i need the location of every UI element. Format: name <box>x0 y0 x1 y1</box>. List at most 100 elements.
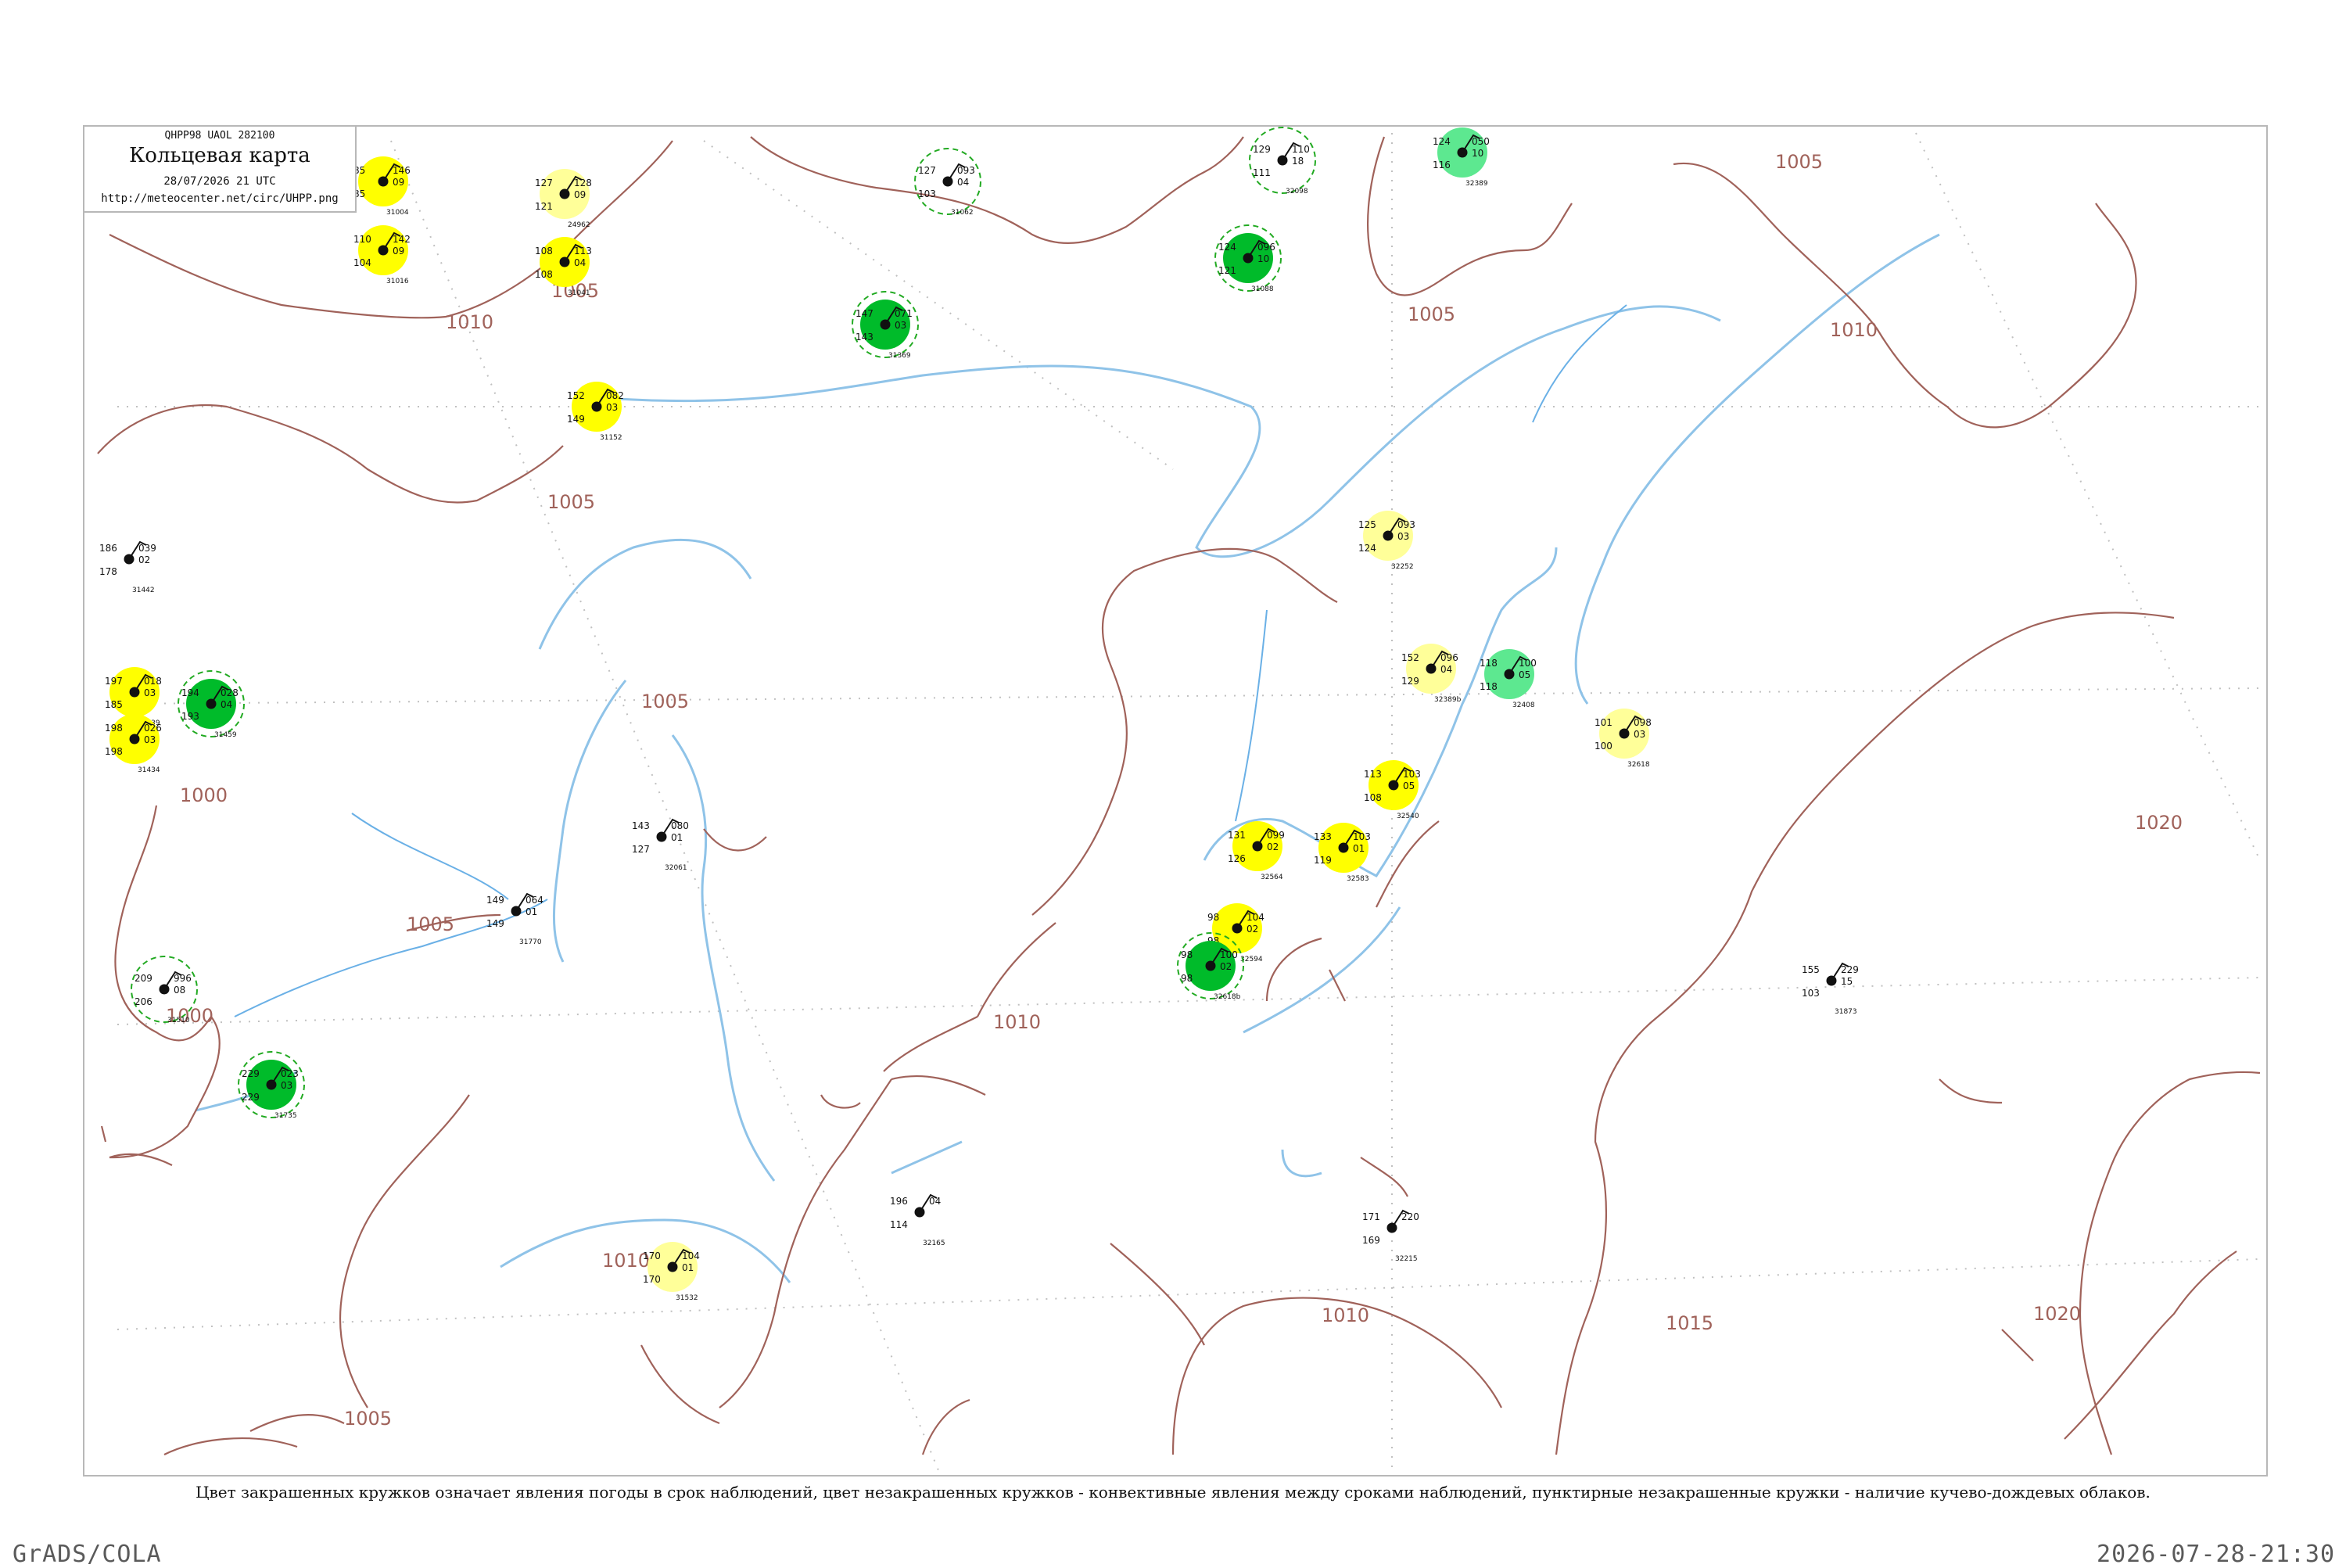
pressure: 071 <box>895 308 913 319</box>
dew-point: 116 <box>1433 160 1451 170</box>
isobar-label: 1005 <box>344 1408 392 1430</box>
air-temperature: 152 <box>1401 652 1419 663</box>
pressure: 113 <box>574 246 592 257</box>
station-id: 32098 <box>1286 188 1308 196</box>
air-temperature: 124 <box>1433 136 1451 147</box>
dew-point: 104 <box>353 257 371 268</box>
graticule <box>117 132 2261 1470</box>
pressure-tendency: 09 <box>393 246 404 257</box>
station-31873[interactable]: 155 103 22915 31873 <box>1802 962 1859 1016</box>
map-header: QHPP98 UAOL 282100 Кольцевая карта 28/07… <box>84 127 357 213</box>
pressure-tendency: 03 <box>144 687 156 698</box>
air-temperature: 98 <box>1181 949 1193 960</box>
station-id: 32618 <box>1627 761 1650 769</box>
dew-point: 121 <box>535 201 553 212</box>
pressure-tendency: 03 <box>1397 531 1409 542</box>
dew-point: 124 <box>1358 543 1376 554</box>
station-id: 32618b <box>1214 993 1241 1001</box>
station-32098[interactable]: 129 111 11018 32098 <box>1249 127 1316 196</box>
pressure-tendency: 03 <box>1634 729 1645 740</box>
station-31442[interactable]: 186 178 03902 31442 <box>99 540 156 594</box>
station-id: 32583 <box>1347 875 1369 883</box>
station-31459[interactable]: 194 193 02804 31459 <box>178 670 245 739</box>
pressure: 103 <box>1353 831 1371 842</box>
pressure: 023 <box>281 1068 299 1079</box>
pressure-tendency: 02 <box>1247 924 1258 935</box>
map-title: Кольцевая карта <box>129 144 310 167</box>
air-temperature: 108 <box>535 246 553 257</box>
air-temperature: 127 <box>535 178 553 188</box>
dew-point: 108 <box>1364 792 1382 803</box>
pressure: 064 <box>526 895 543 906</box>
air-temperature: 131 <box>1228 830 1246 841</box>
dew-point: 127 <box>632 844 650 855</box>
pressure: 026 <box>144 723 162 734</box>
dew-point: 178 <box>99 566 117 577</box>
pressure: 996 <box>174 973 192 984</box>
air-temperature: 143 <box>632 820 650 831</box>
pressure-tendency: 10 <box>1257 253 1269 264</box>
station-32061[interactable]: 143 127 08001 32061 <box>632 818 689 872</box>
pressure-tendency: 05 <box>1403 780 1415 791</box>
station-32389[interactable]: 124 116 05010 32389 <box>1433 127 1490 188</box>
air-temperature: 98 <box>1207 912 1219 923</box>
pressure: 039 <box>138 543 156 554</box>
station-id: 32252 <box>1391 563 1414 571</box>
station-id: 31041 <box>568 289 590 297</box>
pressure-tendency: 01 <box>671 832 683 843</box>
station-31770[interactable]: 149 149 06401 31770 <box>486 892 543 946</box>
station-31152[interactable]: 152 149 08203 31152 <box>567 382 624 442</box>
station-id: 31088 <box>1251 285 1274 293</box>
station-31004[interactable]: 85851460931004 <box>353 156 411 217</box>
station-32583[interactable]: 133 119 10301 32583 <box>1314 823 1371 883</box>
pressure-tendency: 03 <box>144 734 156 745</box>
coastline <box>195 233 1940 1283</box>
station-32618[interactable]: 101 100 09803 32618 <box>1594 709 1652 769</box>
pressure-tendency: 02 <box>1220 961 1232 972</box>
air-temperature: 155 <box>1802 964 1820 975</box>
isobar-label: 1015 <box>1666 1312 1713 1334</box>
station-id: 31510 <box>167 1017 190 1024</box>
air-temperature: 194 <box>181 687 199 698</box>
pressure: 110 <box>1292 144 1310 155</box>
station-31735[interactable]: 229 229 02303 31735 <box>238 1051 305 1120</box>
station-31016[interactable]: 110 104 14209 31016 <box>353 225 411 285</box>
station-32408[interactable]: 118 118 10005 32408 <box>1480 649 1537 709</box>
station-31434[interactable]: 198 198 02603 31434 <box>105 714 162 774</box>
pressure: 100 <box>1519 658 1537 669</box>
air-temperature: 110 <box>353 234 371 245</box>
station-31369[interactable]: 147 143 07103 31369 <box>852 291 919 360</box>
dew-point: 143 <box>856 332 873 343</box>
station-32215[interactable]: 171 169 220 32215 <box>1362 1209 1419 1263</box>
dew-point: 119 <box>1314 855 1332 866</box>
station-id: 31442 <box>132 587 155 594</box>
station-32252[interactable]: 125 124 09303 32252 <box>1358 511 1415 571</box>
station-32618b[interactable]: 98 98 10002 32618b <box>1177 932 1244 1001</box>
pressure-tendency: 04 <box>1440 664 1452 675</box>
dew-point: 169 <box>1362 1235 1380 1246</box>
air-temperature: 186 <box>99 543 117 554</box>
station-31088[interactable]: 124 121 09610 31088 <box>1214 224 1282 293</box>
station-id: 24962 <box>568 221 590 229</box>
station-32540[interactable]: 113 108 10305 32540 <box>1364 760 1421 820</box>
pressure-tendency: 04 <box>574 257 586 268</box>
dew-point: 121 <box>1218 265 1236 276</box>
station-24962[interactable]: 127 121 12809 24962 <box>535 169 592 229</box>
station-32564[interactable]: 131 126 09902 32564 <box>1228 821 1285 881</box>
pressure-tendency: 01 <box>1353 843 1365 854</box>
isobar-label: 1005 <box>641 691 689 712</box>
pressure-tendency: 04 <box>221 699 232 710</box>
station-31532[interactable]: 170 170 10401 31532 <box>643 1242 700 1302</box>
pressure-tendency: 04 <box>957 177 969 188</box>
source-url[interactable]: http://meteocenter.net/circ/UHPP.png <box>84 192 355 205</box>
pressure-tendency: 09 <box>574 189 586 200</box>
station-id: 31369 <box>888 352 911 360</box>
dew-point: 193 <box>181 711 199 722</box>
air-temperature: 118 <box>1480 658 1498 669</box>
station-32165[interactable]: 196 114 04 32165 <box>890 1193 945 1247</box>
pressure: 096 <box>1257 242 1275 253</box>
dew-point: 129 <box>1401 676 1419 687</box>
pressure-tendency: 18 <box>1292 156 1304 167</box>
isobar-label: 1000 <box>180 784 228 806</box>
pressure-tendency: 03 <box>606 402 618 413</box>
